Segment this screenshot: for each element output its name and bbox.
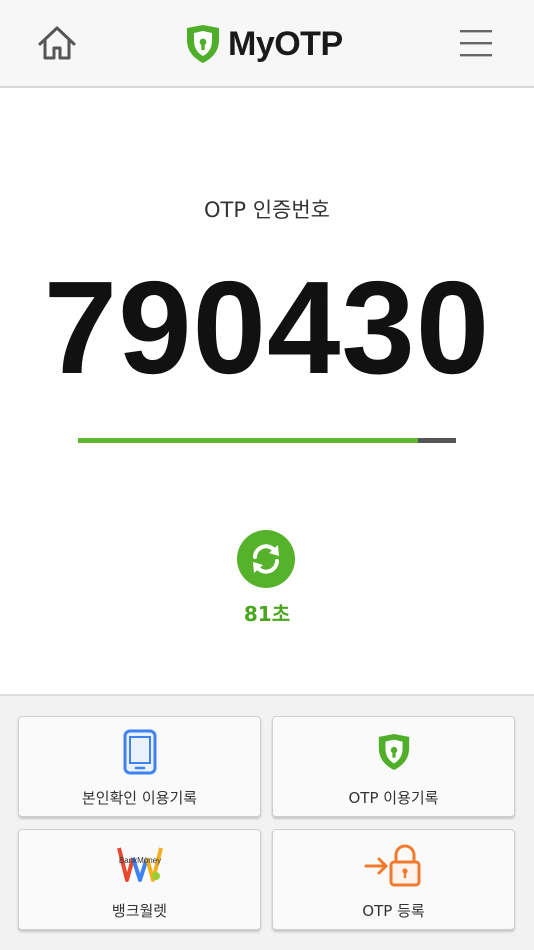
home-button[interactable] (36, 24, 78, 64)
app-title: MyOTP (228, 24, 343, 63)
bottom-menu: 본인확인 이용기록 OTP 이용기록 BankMoney 뱅크월렛 OTP 등록 (0, 694, 534, 950)
otp-panel: OTP 인증번호 790430 81초 (0, 90, 534, 694)
identity-history-button[interactable]: 본인확인 이용기록 (18, 716, 261, 817)
menu-button[interactable] (458, 26, 494, 60)
bank-wallet-button[interactable]: BankMoney 뱅크월렛 (18, 829, 261, 930)
tile-label: 본인확인 이용기록 (81, 789, 198, 807)
app-logo: MyOTP (184, 22, 343, 66)
lock-register-icon (364, 844, 420, 887)
tile-label: OTP 이용기록 (348, 789, 439, 807)
smartphone-icon (123, 729, 156, 775)
otp-timer-fill (78, 438, 419, 443)
otp-history-button[interactable]: OTP 이용기록 (272, 716, 515, 817)
svg-text:BankMoney: BankMoney (118, 856, 160, 865)
shield-logo-icon (378, 734, 409, 770)
hamburger-menu-icon (460, 30, 492, 57)
otp-code: 790430 (43, 254, 491, 401)
app-header: MyOTP (0, 0, 534, 88)
refresh-button[interactable] (237, 530, 295, 588)
tile-label: OTP 등록 (362, 902, 425, 920)
otp-timer-bar (78, 438, 456, 443)
otp-register-button[interactable]: OTP 등록 (272, 829, 515, 930)
otp-label: OTP 인증번호 (204, 198, 330, 222)
remaining-time: 81초 (243, 602, 291, 626)
home-icon (38, 26, 76, 60)
shield-logo-icon (187, 25, 219, 63)
bankmoney-logo-icon: BankMoney (116, 847, 163, 882)
refresh-icon (253, 544, 279, 574)
tile-label: 뱅크월렛 (111, 902, 168, 920)
